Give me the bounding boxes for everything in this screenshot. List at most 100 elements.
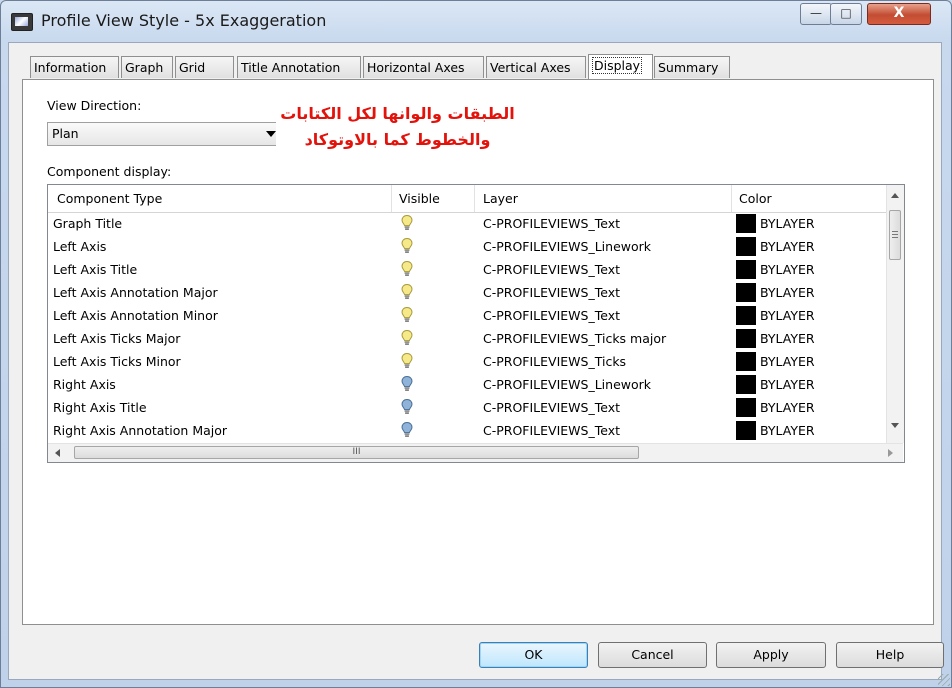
layer-cell[interactable]: C-PROFILEVIEWS_Text (483, 423, 620, 438)
color-swatch (736, 329, 756, 348)
annotation-note: الطبقات والوانها لكل الكتابات والخطوط كم… (276, 97, 519, 172)
table-row[interactable]: Left Axis Ticks Major C-PROFILEVIEWS_Tick… (48, 327, 903, 350)
layer-cell[interactable]: C-PROFILEVIEWS_Text (483, 216, 620, 231)
color-cell[interactable]: BYLAYER (760, 262, 815, 277)
table-row[interactable]: Graph Title C-PROFILEVIEWS_Text BYLAYER (48, 212, 903, 235)
column-header-color[interactable]: Color (739, 191, 772, 206)
layer-cell[interactable]: C-PROFILEVIEWS_Linework (483, 377, 651, 392)
color-cell[interactable]: BYLAYER (760, 285, 815, 300)
color-swatch (736, 375, 756, 394)
lightbulb-on-icon[interactable] (400, 352, 414, 370)
component-display-label: Component display: (47, 164, 172, 179)
layer-cell[interactable]: C-PROFILEVIEWS_Linework (483, 239, 651, 254)
table-row[interactable]: Left Axis Title C-PROFILEVIEWS_Text BYLAYE… (48, 258, 903, 281)
color-swatch (736, 306, 756, 325)
app-icon (11, 13, 33, 31)
title-bar[interactable]: Profile View Style - 5x Exaggeration — □… (1, 1, 951, 43)
component-type-cell: Graph Title (53, 216, 123, 231)
color-swatch (736, 283, 756, 302)
table-row[interactable]: Right Axis Annotation Major C-PROFILEVIEW… (48, 419, 903, 442)
color-cell[interactable]: BYLAYER (760, 239, 815, 254)
layer-cell[interactable]: C-PROFILEVIEWS_Text (483, 285, 620, 300)
lightbulb-on-icon[interactable] (400, 260, 414, 278)
component-type-cell: Left Axis (53, 239, 107, 254)
component-type-cell: Left Axis Ticks Minor (53, 354, 181, 369)
ok-button[interactable]: OK (479, 642, 588, 668)
lightbulb-off-icon[interactable] (400, 375, 414, 393)
color-swatch (736, 237, 756, 256)
minimize-button[interactable]: — (800, 3, 832, 25)
help-button[interactable]: Help (836, 642, 944, 668)
color-cell[interactable]: BYLAYER (760, 423, 815, 438)
layer-cell[interactable]: C-PROFILEVIEWS_Ticks (483, 354, 626, 369)
view-direction-label: View Direction: (47, 98, 142, 113)
tab-horizontal-axes[interactable]: Horizontal Axes (363, 56, 484, 78)
table-row[interactable]: Right Axis C-PROFILEVIEWS_Linework BYLAYER (48, 373, 903, 396)
tab-grid[interactable]: Grid (175, 56, 234, 78)
close-button[interactable]: X (867, 3, 931, 25)
scroll-up-icon[interactable] (891, 193, 899, 198)
layer-cell[interactable]: C-PROFILEVIEWS_Ticks major (483, 331, 666, 346)
column-header-layer[interactable]: Layer (483, 191, 518, 206)
lightbulb-on-icon[interactable] (400, 237, 414, 255)
color-swatch (736, 398, 756, 417)
lightbulb-on-icon[interactable] (400, 329, 414, 347)
cancel-button[interactable]: Cancel (598, 642, 707, 668)
component-type-cell: Left Axis Title (53, 262, 138, 277)
vertical-scroll-thumb[interactable] (889, 210, 901, 260)
layer-cell[interactable]: C-PROFILEVIEWS_Text (483, 400, 620, 415)
color-cell[interactable]: BYLAYER (760, 400, 815, 415)
lightbulb-on-icon[interactable] (400, 214, 414, 232)
table-row[interactable]: Left Axis Annotation Minor C-PROFILEVIEWS… (48, 304, 903, 327)
component-type-cell: Left Axis Ticks Major (53, 331, 181, 346)
column-divider[interactable] (474, 185, 475, 212)
component-grid[interactable]: Component Type Visible Layer Color Graph… (47, 184, 905, 463)
scroll-down-icon[interactable] (891, 423, 899, 428)
component-type-cell: Right Axis Annotation Major (53, 423, 228, 438)
tab-vertical-axes[interactable]: Vertical Axes (486, 56, 586, 78)
chevron-down-icon (266, 131, 276, 137)
tab-display[interactable]: Display (588, 54, 653, 79)
lightbulb-off-icon[interactable] (400, 421, 414, 439)
color-cell[interactable]: BYLAYER (760, 216, 815, 231)
tab-graph[interactable]: Graph (121, 56, 173, 78)
grip-line (892, 234, 898, 235)
window-title: Profile View Style - 5x Exaggeration (41, 11, 327, 30)
color-cell[interactable]: BYLAYER (760, 331, 815, 346)
vertical-scrollbar[interactable] (886, 185, 904, 443)
component-type-cell: Left Axis Annotation Major (53, 285, 218, 300)
tab-summary[interactable]: Summary (654, 56, 730, 78)
component-type-cell: Left Axis Annotation Minor (53, 308, 218, 323)
table-row[interactable]: Left Axis Annotation Major C-PROFILEVIEWS… (48, 281, 903, 304)
color-cell[interactable]: BYLAYER (760, 354, 815, 369)
column-header-component-type[interactable]: Component Type (57, 191, 162, 206)
scroll-right-icon[interactable] (888, 449, 893, 457)
column-divider[interactable] (391, 185, 392, 212)
column-header-visible[interactable]: Visible (399, 191, 440, 206)
table-row[interactable]: Right Axis Title C-PROFILEVIEWS_Text BYLAY… (48, 396, 903, 419)
tab-information[interactable]: Information (30, 56, 119, 78)
maximize-button[interactable]: □ (830, 3, 862, 25)
scroll-left-icon[interactable] (55, 449, 60, 457)
color-cell[interactable]: BYLAYER (760, 377, 815, 392)
table-row[interactable]: Left Axis C-PROFILEVIEWS_Linework BYLAYER (48, 235, 903, 258)
view-direction-select[interactable]: Plan (47, 122, 284, 146)
horizontal-scrollbar[interactable]: III (48, 443, 903, 462)
table-row[interactable]: Left Axis Ticks Minor C-PROFILEVIEWS_Tick… (48, 350, 903, 373)
horizontal-scroll-thumb[interactable]: III (74, 446, 639, 459)
component-type-cell: Right Axis Title (53, 400, 147, 415)
resize-grip-icon[interactable] (938, 674, 950, 686)
lightbulb-on-icon[interactable] (400, 283, 414, 301)
view-direction-value: Plan (52, 126, 79, 141)
layer-cell[interactable]: C-PROFILEVIEWS_Text (483, 262, 620, 277)
color-cell[interactable]: BYLAYER (760, 308, 815, 323)
grip-line (892, 237, 898, 238)
layer-cell[interactable]: C-PROFILEVIEWS_Text (483, 308, 620, 323)
lightbulb-off-icon[interactable] (400, 398, 414, 416)
lightbulb-on-icon[interactable] (400, 306, 414, 324)
tab-title-annotation[interactable]: Title Annotation (237, 56, 361, 78)
apply-button[interactable]: Apply (716, 642, 826, 668)
grid-header: Component Type Visible Layer Color (48, 185, 903, 213)
column-divider[interactable] (731, 185, 732, 212)
annotation-line-1: الطبقات والوانها لكل الكتابات (280, 104, 515, 123)
